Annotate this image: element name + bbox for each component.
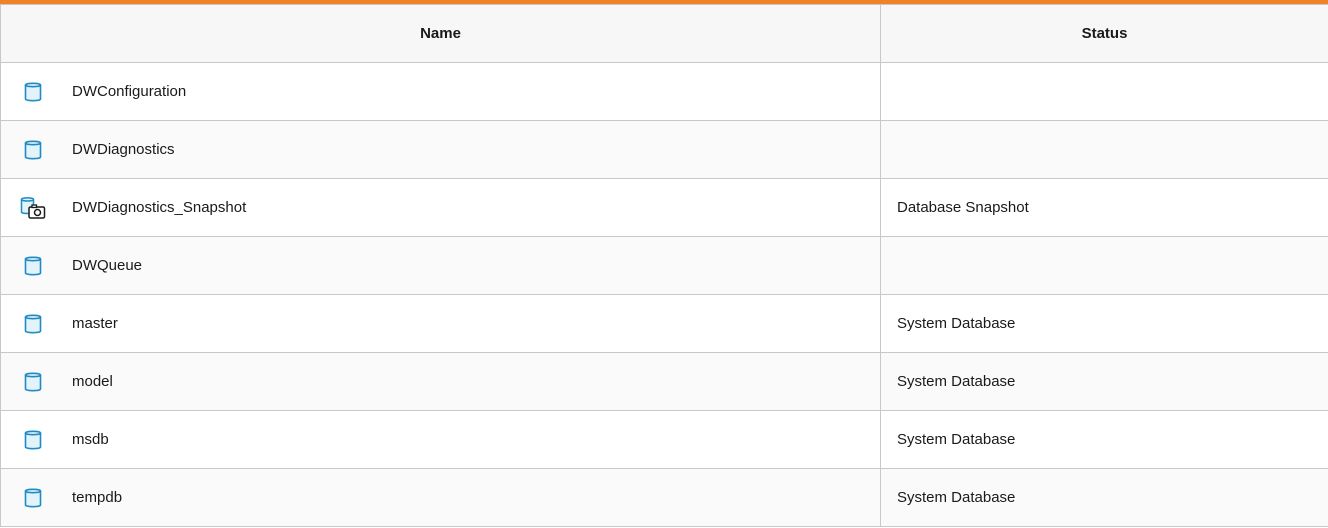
- database-icon: [20, 427, 46, 453]
- status-cell: Database Snapshot: [880, 178, 1328, 237]
- name-cell: msdb: [0, 410, 881, 469]
- table-row[interactable]: master System Database: [0, 294, 1328, 353]
- table-row[interactable]: DWQueue: [0, 236, 1328, 295]
- column-header-status[interactable]: Status: [880, 4, 1328, 63]
- status-cell: System Database: [880, 410, 1328, 469]
- status-cell: System Database: [880, 294, 1328, 353]
- database-icon: [20, 311, 46, 337]
- table-row[interactable]: tempdb System Database: [0, 468, 1328, 527]
- database-name: DWDiagnostics: [72, 141, 175, 158]
- database-name: DWDiagnostics_Snapshot: [72, 199, 247, 216]
- database-name: tempdb: [72, 489, 123, 506]
- name-cell: DWConfiguration: [0, 62, 881, 121]
- database-list-panel: Name Status DWConfiguration DWDiagnostic…: [0, 0, 1328, 528]
- name-cell: DWDiagnostics: [0, 120, 881, 179]
- database-icon: [20, 79, 46, 105]
- database-name: master: [72, 315, 118, 332]
- database-name: DWQueue: [72, 257, 143, 274]
- status-cell: [880, 120, 1328, 179]
- status-cell: System Database: [880, 352, 1328, 411]
- database-icon: [20, 369, 46, 395]
- database-name: msdb: [72, 431, 109, 448]
- database-table: Name Status DWConfiguration DWDiagnostic…: [0, 4, 1328, 527]
- database-icon: [20, 137, 46, 163]
- table-row[interactable]: DWConfiguration: [0, 62, 1328, 121]
- status-cell: System Database: [880, 468, 1328, 527]
- table-header-row: Name Status: [0, 4, 1328, 63]
- table-row[interactable]: model System Database: [0, 352, 1328, 411]
- database-icon: [20, 485, 46, 511]
- name-cell: DWDiagnostics_Snapshot: [0, 178, 881, 237]
- database-name: DWConfiguration: [72, 83, 187, 100]
- column-header-name[interactable]: Name: [0, 4, 881, 63]
- name-cell: tempdb: [0, 468, 881, 527]
- database-icon: [20, 253, 46, 279]
- table-row[interactable]: msdb System Database: [0, 410, 1328, 469]
- name-cell: DWQueue: [0, 236, 881, 295]
- database-snapshot-icon: [20, 195, 46, 221]
- table-row[interactable]: DWDiagnostics: [0, 120, 1328, 179]
- status-cell: [880, 62, 1328, 121]
- status-cell: [880, 236, 1328, 295]
- table-row[interactable]: DWDiagnostics_Snapshot Database Snapshot: [0, 178, 1328, 237]
- name-cell: master: [0, 294, 881, 353]
- database-name: model: [72, 373, 113, 390]
- name-cell: model: [0, 352, 881, 411]
